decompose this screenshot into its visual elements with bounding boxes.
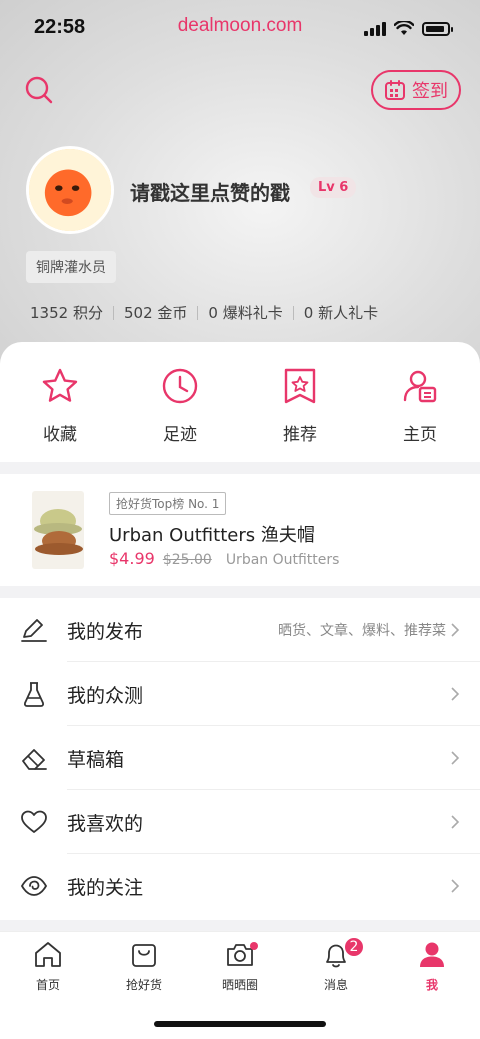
product-original-price: $25.00 <box>162 552 212 568</box>
search-icon[interactable] <box>24 75 54 105</box>
checkin-label: 签到 <box>412 81 448 102</box>
tab-me[interactable]: 我 <box>384 940 480 993</box>
home-indicator <box>154 1021 326 1027</box>
menu-item-drafts[interactable]: 草稿箱 <box>0 726 480 790</box>
stat-points[interactable]: 1352 积分 <box>30 302 103 323</box>
status-bar: 22:58 dealmoon.com <box>0 0 480 58</box>
battery-icon <box>422 21 453 36</box>
level-badge: Lv 6 <box>310 177 357 198</box>
action-history[interactable]: 足迹 <box>120 342 240 462</box>
title-badge[interactable]: 铜牌灌水员 <box>26 251 116 283</box>
bucket-hat-image <box>34 509 83 555</box>
heart-icon <box>21 810 47 833</box>
signal-icon <box>364 21 386 36</box>
avatar-image <box>29 149 111 231</box>
chevron-right-icon <box>451 751 460 765</box>
action-favorites[interactable]: 收藏 <box>0 342 120 462</box>
menu-list: 我的发布 晒货、文章、爆料、推荐菜 我的众测 草稿箱 我喜欢的 我的关注 <box>0 598 480 920</box>
calendar-icon <box>385 80 405 100</box>
system-icons <box>364 21 453 36</box>
menu-item-my-posts[interactable]: 我的发布 晒货、文章、爆料、推荐菜 <box>0 598 480 662</box>
product-price: $4.99 <box>109 549 155 568</box>
person-icon <box>420 942 444 967</box>
chevron-right-icon <box>451 815 460 829</box>
home-icon <box>35 942 61 967</box>
menu-item-my-tests[interactable]: 我的众测 <box>0 662 480 726</box>
chevron-right-icon <box>451 623 460 637</box>
checkin-button[interactable]: 签到 <box>371 70 461 110</box>
star-icon <box>42 368 78 402</box>
tab-messages[interactable]: 2 消息 <box>288 936 384 993</box>
menu-hint: 晒货、文章、爆料、推荐菜 <box>278 623 446 639</box>
menu-item-following[interactable]: 我的关注 <box>0 854 480 918</box>
menu-item-liked[interactable]: 我喜欢的 <box>0 790 480 854</box>
quick-actions: 收藏 足迹 推荐 主页 <box>0 342 480 462</box>
rank-tag: 抢好货Top榜 No. 1 <box>109 492 227 515</box>
eye-icon <box>20 876 48 896</box>
tab-show-circle[interactable]: 晒晒圈 <box>192 940 288 993</box>
tab-home[interactable]: 首页 <box>0 940 96 993</box>
product-image <box>32 491 84 569</box>
notification-dot <box>250 942 258 950</box>
pen-icon <box>21 619 47 642</box>
profile-card-icon <box>403 370 437 403</box>
stat-divider <box>197 305 199 320</box>
message-count-badge: 2 <box>343 936 365 958</box>
clock-icon <box>162 368 198 404</box>
action-homepage[interactable]: 主页 <box>360 342 480 462</box>
product-title[interactable]: Urban Outfitters 渔夫帽 <box>109 521 315 547</box>
action-recommend[interactable]: 推荐 <box>240 342 360 462</box>
stat-new-user-cards[interactable]: 0 新人礼卡 <box>304 302 378 323</box>
price-row: $4.99 $25.00 Urban Outfitters <box>109 549 339 568</box>
stat-deal-cards[interactable]: 0 爆料礼卡 <box>208 302 282 323</box>
stat-divider <box>292 305 294 320</box>
tab-deals[interactable]: 抢好货 <box>96 940 192 993</box>
chevron-right-icon <box>451 879 460 893</box>
flask-icon <box>23 682 45 707</box>
stat-coins[interactable]: 502 金币 <box>124 302 187 323</box>
bookmark-star-icon <box>284 368 316 404</box>
chevron-right-icon <box>451 687 460 701</box>
username[interactable]: 请戳这里点赞的戳 <box>130 177 290 206</box>
featured-product-card[interactable]: 抢好货Top榜 No. 1 Urban Outfitters 渔夫帽 $4.99… <box>0 474 480 586</box>
avatar[interactable] <box>26 146 114 234</box>
stats-row: 1352 积分 502 金币 0 爆料礼卡 0 新人礼卡 <box>30 302 378 323</box>
product-merchant: Urban Outfitters <box>225 552 340 568</box>
stat-divider <box>112 305 114 320</box>
wifi-icon <box>394 21 414 35</box>
eraser-icon <box>22 749 47 770</box>
shopping-bag-icon <box>132 944 156 967</box>
